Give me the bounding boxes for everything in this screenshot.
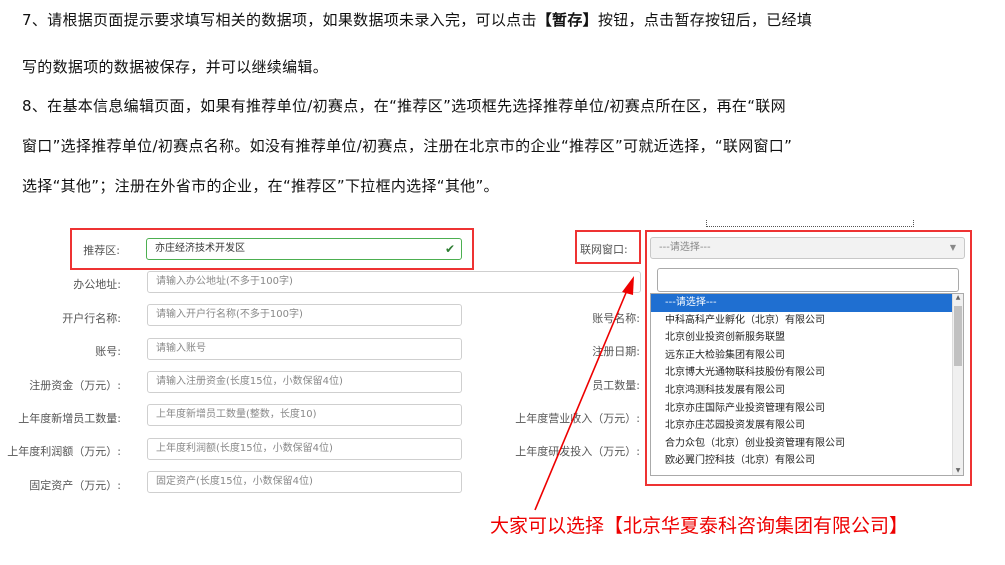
recommend-area-label: 推荐区: [83, 244, 120, 257]
dropdown-search-input[interactable] [657, 268, 959, 292]
instruction-7-text-c: 按钮，点击暂存按钮后，已经填 [597, 11, 813, 29]
revenue-label: 上年度营业收入（万元）: [515, 412, 640, 425]
bank-name-label: 开户行名称: [62, 312, 121, 325]
instruction-7-text-a: 7、请根据页面提示要求填写相关的数据项，如果数据项未录入完，可以点击 [22, 11, 537, 29]
dotted-bracket [706, 220, 914, 227]
dropdown-option[interactable]: 中科高科产业孵化（北京）有限公司 [651, 312, 963, 330]
office-address-input[interactable]: 请输入办公地址(不多于100字) [147, 271, 641, 293]
instruction-8-line-3: 选择“其他”；注册在外省市的企业，在“推荐区”下拉框内选择“其他”。 [22, 177, 499, 195]
recommend-area-value: 亦庄经济技术开发区 [155, 243, 245, 254]
dropdown-option[interactable]: 合力众包（北京）创业投资管理有限公司 [651, 435, 963, 453]
network-window-label: 联网窗口: [580, 243, 628, 256]
instruction-7-line-2: 写的数据项的数据被保存，并可以继续编辑。 [22, 58, 329, 76]
dropdown-options-list: ---请选择--- 中科高科产业孵化（北京）有限公司 北京创业投资创新服务联盟 … [650, 293, 964, 476]
account-label: 账号: [95, 345, 121, 358]
network-window-value: ---请选择--- [659, 242, 711, 253]
office-address-label: 办公地址: [73, 278, 121, 291]
network-window-select[interactable]: ---请选择--- ▼ [650, 237, 965, 259]
dropdown-option[interactable]: 欧必翼门控科技（北京）有限公司 [651, 452, 963, 470]
new-staff-input[interactable]: 上年度新增员工数量(整数，长度10) [147, 404, 462, 426]
dropdown-option[interactable]: 远东正大检验集团有限公司 [651, 347, 963, 365]
profit-label: 上年度利润额（万元）: [7, 445, 121, 458]
reg-date-label: 注册日期: [592, 345, 640, 358]
instruction-7-line-1: 7、请根据页面提示要求填写相关的数据项，如果数据项未录入完，可以点击【暂存】按钮… [22, 10, 812, 30]
instruction-8-line-2: 窗口”选择推荐单位/初赛点名称。如没有推荐单位/初赛点，注册在北京市的企业“推荐… [22, 137, 793, 155]
recommend-area-select[interactable]: 亦庄经济技术开发区 ✔ [146, 238, 462, 260]
dropdown-option[interactable]: 北京创业投资创新服务联盟 [651, 329, 963, 347]
save-draft-reference: 【暂存】 [536, 11, 598, 29]
scroll-down-icon[interactable]: ▼ [953, 467, 963, 475]
scroll-up-icon[interactable]: ▲ [953, 294, 963, 302]
profit-input[interactable]: 上年度利润额(长度15位，小数保留4位) [147, 438, 462, 460]
scrollbar-thumb[interactable] [954, 306, 962, 366]
check-icon: ✔ [444, 242, 455, 256]
dropdown-option[interactable]: 北京亦庄芯园投资发展有限公司 [651, 417, 963, 435]
dropdown-option[interactable]: 北京博大光通物联科技股份有限公司 [651, 364, 963, 382]
dropdown-option[interactable]: ---请选择--- [651, 294, 963, 312]
reg-capital-label: 注册资金（万元）: [29, 379, 121, 392]
annotation-text: 大家可以选择【北京华夏泰科咨询集团有限公司】 [490, 515, 909, 537]
fixed-assets-input[interactable]: 固定资产(长度15位，小数保留4位) [147, 471, 462, 493]
account-name-label: 账号名称: [592, 312, 640, 325]
fixed-assets-label: 固定资产（万元）: [29, 479, 121, 492]
dropdown-option[interactable]: 北京鸿测科技发展有限公司 [651, 382, 963, 400]
rd-investment-label: 上年度研发投入（万元）: [515, 445, 640, 458]
dropdown-scrollbar[interactable]: ▲ ▼ [952, 294, 963, 475]
dropdown-option[interactable]: 北京亦庄国际产业投资管理有限公司 [651, 400, 963, 418]
caret-down-icon: ▼ [949, 243, 956, 252]
reg-capital-input[interactable]: 请输入注册资金(长度15位，小数保留4位) [147, 371, 462, 393]
new-staff-label: 上年度新增员工数量: [18, 412, 121, 425]
staff-count-label: 员工数量: [592, 379, 640, 392]
instruction-8-line-1: 8、在基本信息编辑页面，如果有推荐单位/初赛点，在“推荐区”选项框先选择推荐单位… [22, 97, 786, 115]
bank-name-input[interactable]: 请输入开户行名称(不多于100字) [147, 304, 462, 326]
account-input[interactable]: 请输入账号 [147, 338, 462, 360]
